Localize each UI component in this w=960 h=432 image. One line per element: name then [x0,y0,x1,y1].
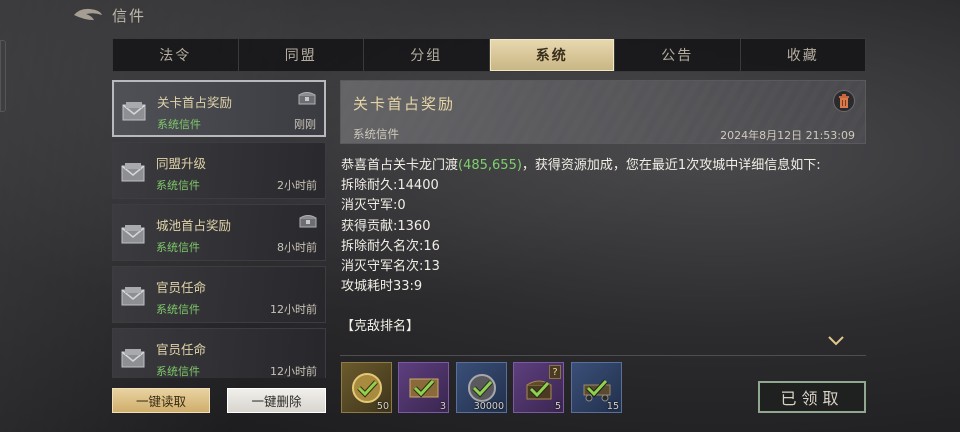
chevron-down-icon[interactable] [828,336,844,346]
mail-time: 12小时前 [270,365,317,378]
reward-chest-icon [299,215,317,228]
read-all-button[interactable]: 一键读取 [112,388,210,413]
list-item[interactable]: 同盟升级 系统信件 2小时前 [112,142,326,199]
coin-check-icon [351,372,382,403]
mail-detail-title: 关卡首占奖励 [353,95,456,113]
delete-mail-button[interactable] [833,90,855,112]
body-prefix: 恭喜首占关卡龙门渡 [341,158,459,173]
coordinates-link[interactable]: (485,655) [458,158,522,173]
body-suffix: ，获得资源加成，您在最近1次攻城中详细信息如下: [521,158,821,173]
mail-time: 2小时前 [277,179,317,192]
mail-body-intro: 恭喜首占关卡龙门渡(485,655)，获得资源加成，您在最近1次攻城中详细信息如… [341,156,861,176]
page-title: 信件 [112,6,147,25]
reward-count: 5 [554,401,561,412]
stat-line: 拆除耐久:14400 [341,178,439,194]
mail-body: 恭喜首占关卡龙门渡(485,655)，获得资源加成，您在最近1次攻城中详细信息如… [341,156,861,338]
list-item[interactable]: 官员任命 系统信件 12小时前 [112,328,326,378]
reward-count: 50 [376,401,389,412]
envelope-icon [121,287,145,306]
stat-line: 攻城耗时33:9 [341,279,423,295]
divider [340,355,866,356]
envelope-icon [121,349,145,368]
claimed-button[interactable]: 已领取 [758,381,866,413]
mail-type: 系统信件 [157,118,201,131]
list-item[interactable]: 关卡首占奖励 系统信件 刚刚 [112,80,326,137]
cart-check-icon [583,378,610,401]
tab-announcement[interactable]: 公告 [615,39,741,71]
mail-type: 系统信件 [156,365,200,378]
envelope-icon [121,225,145,244]
mail-time: 刚刚 [294,118,316,131]
stat-line: 消灭守军:0 [341,198,406,214]
tab-decree[interactable]: 法令 [113,39,239,71]
envelope-icon [122,102,146,121]
trash-icon [839,94,849,108]
mail-subject: 同盟升级 [156,156,207,171]
reward-count: 15 [606,401,619,412]
tab-system[interactable]: 系统 [489,39,615,71]
scroll-check-icon [409,378,438,398]
side-drawer-handle[interactable] [0,40,6,112]
ranking-heading: 【克敌排名】 [341,319,420,335]
mail-type: 系统信件 [156,241,200,254]
reward-count: 30000 [473,401,504,412]
mail-list: 关卡首占奖励 系统信件 刚刚 同盟升级 系统信件 2小时前 城池首占奖励 系统信… [112,78,326,378]
reward-chest-icon [298,92,316,105]
mail-detail-type: 系统信件 [353,127,399,141]
tab-favorites[interactable]: 收藏 [741,39,866,71]
tab-bar: 法令 同盟 分组 系统 公告 收藏 [112,38,866,72]
page-header: 信件 [72,2,146,28]
coin-check-icon [467,373,496,402]
list-item[interactable]: 城池首占奖励 系统信件 8小时前 [112,204,326,261]
mail-type: 系统信件 [156,179,200,192]
stat-line: 消灭守军名次:13 [341,259,440,275]
reward-item[interactable]: 3 [398,362,449,413]
mail-detail-date: 2024年8月12日 21:53:09 [720,129,855,142]
mail-subject: 城池首占奖励 [156,218,232,233]
mail-time: 8小时前 [277,241,317,254]
mail-subject: 官员任命 [156,342,207,357]
delete-all-button[interactable]: 一键删除 [227,388,326,413]
back-arrow-icon[interactable] [72,6,104,24]
reward-item[interactable]: ? 5 [513,362,564,413]
mail-type: 系统信件 [156,303,200,316]
reward-item[interactable]: 30000 [456,362,507,413]
reward-count: 3 [439,401,446,412]
reward-item[interactable]: 50 [341,362,392,413]
mail-detail-header: 关卡首占奖励 系统信件 2024年8月12日 21:53:09 [340,80,866,144]
mail-subject: 关卡首占奖励 [157,95,233,110]
tab-alliance[interactable]: 同盟 [239,39,364,71]
unknown-badge: ? [549,365,561,379]
stat-line: 拆除耐久名次:16 [341,238,440,254]
mail-time: 12小时前 [270,303,317,316]
tab-group[interactable]: 分组 [364,39,490,71]
envelope-icon [121,163,145,182]
reward-item[interactable]: 15 [571,362,622,413]
list-item[interactable]: 官员任命 系统信件 12小时前 [112,266,326,323]
mail-subject: 官员任命 [156,280,207,295]
stat-line: 获得贡献:1360 [341,218,431,234]
